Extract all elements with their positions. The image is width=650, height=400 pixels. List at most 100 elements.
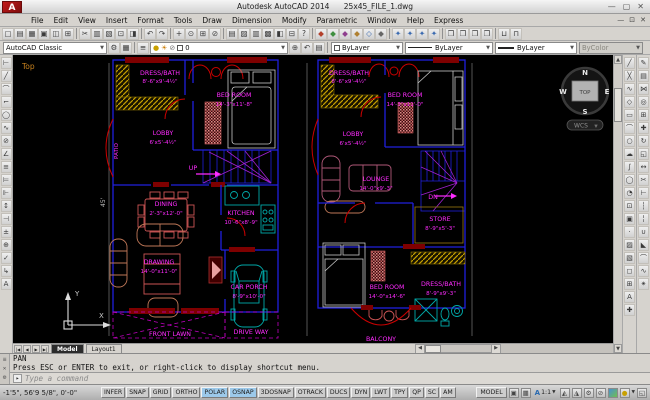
trim-icon[interactable]: ✂ [638, 174, 649, 186]
hyperlink-icon[interactable]: ⊓ [510, 27, 522, 40]
scroll-up-icon[interactable]: ▲ [614, 55, 622, 64]
move-icon[interactable]: ✚ [638, 122, 649, 134]
ellipse-arc-icon[interactable]: ◔ [624, 187, 635, 199]
jog-line-icon[interactable]: ↳ [0, 265, 12, 277]
markup-icon[interactable]: ◧ [274, 27, 286, 40]
doc-minimize-icon[interactable]: — [617, 16, 624, 24]
mapping-icon[interactable]: ◇ [363, 27, 375, 40]
arc-length-icon[interactable]: ⌒ [0, 83, 12, 95]
materials-browser-icon[interactable]: ◆ [351, 27, 363, 40]
toggle-osnap[interactable]: OSNAP [229, 387, 257, 398]
stretch-icon[interactable]: ↔ [638, 161, 649, 173]
toolbar-lock-icon[interactable]: ⊘ [595, 387, 606, 398]
menu-view[interactable]: View [73, 16, 101, 25]
customize-icon[interactable]: ⚙ [3, 373, 7, 382]
menu-parametric[interactable]: Parametric [312, 16, 363, 25]
tab-model[interactable]: Model [51, 344, 84, 353]
erase-icon[interactable]: ✎ [638, 57, 649, 69]
dimension-space-icon[interactable]: ↕ [0, 200, 12, 212]
workspace-settings-icon[interactable]: ⚙ [108, 41, 120, 54]
hatch-icon[interactable]: ▨ [624, 239, 635, 251]
scroll-left-icon[interactable]: ◀ [416, 344, 425, 353]
annotation-scale-control[interactable]: A 1:1 ▼ [533, 389, 558, 397]
center-mark-icon[interactable]: ⊕ [0, 239, 12, 251]
break-icon[interactable]: ╎ [638, 213, 649, 225]
cut-icon[interactable]: ✂ [79, 27, 91, 40]
color-dropdown[interactable]: ByLayer ▼ [331, 41, 403, 54]
arc-icon[interactable]: ⌒ [624, 122, 635, 134]
match-properties-icon[interactable]: ⊡ [115, 27, 127, 40]
baseline-icon[interactable]: ⊨ [0, 174, 12, 186]
construction-line-icon[interactable]: ╳ [624, 70, 635, 82]
toggle-ortho[interactable]: ORTHO [172, 387, 201, 398]
save-icon[interactable]: ▦ [26, 27, 38, 40]
first-tab-button[interactable]: |◀ [14, 344, 22, 353]
properties-icon[interactable]: ▤ [226, 27, 238, 40]
grip-handle-icon[interactable]: ≡ [3, 355, 7, 364]
status-menu-icon[interactable]: ▼ [632, 390, 635, 395]
tool-palettes-icon[interactable]: ▥ [250, 27, 262, 40]
menu-format[interactable]: Format [132, 16, 168, 25]
toggle-qp[interactable]: QP [409, 387, 424, 398]
scroll-thumb[interactable] [614, 88, 622, 122]
linear-dimension-icon[interactable]: ⊢ [0, 57, 12, 69]
make-block-icon[interactable]: ▣ [624, 213, 635, 225]
command-input[interactable]: ▸ Type a command [10, 372, 650, 384]
menu-help[interactable]: Help [402, 16, 429, 25]
revision-cloud-icon[interactable]: ☁ [624, 148, 635, 160]
toggle-otrack[interactable]: OTRACK [294, 387, 326, 398]
workspace-switching-icon[interactable]: ⚙ [583, 387, 594, 398]
toggle-polar[interactable]: POLAR [201, 387, 229, 398]
menu-insert[interactable]: Insert [101, 16, 133, 25]
plot-icon[interactable]: ▣ [38, 27, 50, 40]
autoscale-icon[interactable]: ◮ [571, 387, 582, 398]
viewcube-south[interactable]: S [582, 108, 587, 116]
lights-icon[interactable]: ◆ [327, 27, 339, 40]
design-center-icon[interactable]: ▨ [238, 27, 250, 40]
polygon-icon[interactable]: ◇ [624, 96, 635, 108]
table-icon[interactable]: ⊞ [624, 278, 635, 290]
workspace-icon-4[interactable]: ❒ [481, 27, 493, 40]
spline-icon[interactable]: ∫ [624, 161, 635, 173]
scale-icon[interactable]: ◱ [638, 148, 649, 160]
viewcube-west[interactable]: W [559, 88, 567, 96]
offset-icon[interactable]: ◎ [638, 96, 649, 108]
mirror-icon[interactable]: ⋈ [638, 83, 649, 95]
menu-tools[interactable]: Tools [169, 16, 197, 25]
block-editor-icon[interactable]: ◨ [127, 27, 139, 40]
multiline-text-icon[interactable]: A [624, 291, 635, 303]
help-icon[interactable]: ? [298, 27, 310, 40]
restore-icon[interactable]: ▢ [623, 2, 631, 11]
toggle-dyn[interactable]: DYN [351, 387, 371, 398]
workspace-dropdown[interactable]: AutoCAD Classic ▼ [3, 41, 107, 54]
tolerance-icon[interactable]: ± [0, 226, 12, 238]
last-tab-button[interactable]: ▶| [41, 344, 49, 353]
toggle-grid[interactable]: GRID [149, 387, 172, 398]
angular-icon[interactable]: ∠ [0, 148, 12, 160]
vertical-scrollbar[interactable]: ▲ ▼ [613, 55, 622, 353]
toggle-sc[interactable]: SC [424, 387, 440, 398]
scroll-down-icon[interactable]: ▼ [614, 344, 622, 353]
annotation-visibility-icon[interactable]: ◭ [559, 387, 570, 398]
workspace-icon-3[interactable]: ❒ [469, 27, 481, 40]
radius-icon[interactable]: ◯ [0, 109, 12, 121]
layer-states-icon[interactable]: ▤ [313, 41, 325, 54]
workspace-icon-1[interactable]: ❒ [445, 27, 457, 40]
extend-icon[interactable]: ⊢ [638, 187, 649, 199]
polyline-icon[interactable]: ∿ [624, 83, 635, 95]
viewcube[interactable]: N W E S TOP WCS ▼ [559, 66, 610, 131]
zoom-window-icon[interactable]: ⊞ [197, 27, 209, 40]
viewcube-east[interactable]: E [605, 88, 610, 96]
inspect-icon[interactable]: ✓ [0, 252, 12, 264]
tab-layout1[interactable]: Layout1 [85, 344, 122, 353]
workspace-icon-2[interactable]: ❒ [457, 27, 469, 40]
toggle-snap[interactable]: SNAP [126, 387, 149, 398]
horizontal-scrollbar[interactable]: ◀ ▶ [415, 344, 501, 353]
toggle-ducs[interactable]: DUCS [326, 387, 351, 398]
toggle-infer[interactable]: INFER [101, 387, 126, 398]
ordinate-icon[interactable]: ⌐ [0, 96, 12, 108]
rotate-icon[interactable]: ↻ [638, 135, 649, 147]
rectangle-icon[interactable]: ▭ [624, 109, 635, 121]
quickcalc-icon[interactable]: ⊟ [286, 27, 298, 40]
add-selected-icon[interactable]: ✚ [624, 304, 635, 316]
